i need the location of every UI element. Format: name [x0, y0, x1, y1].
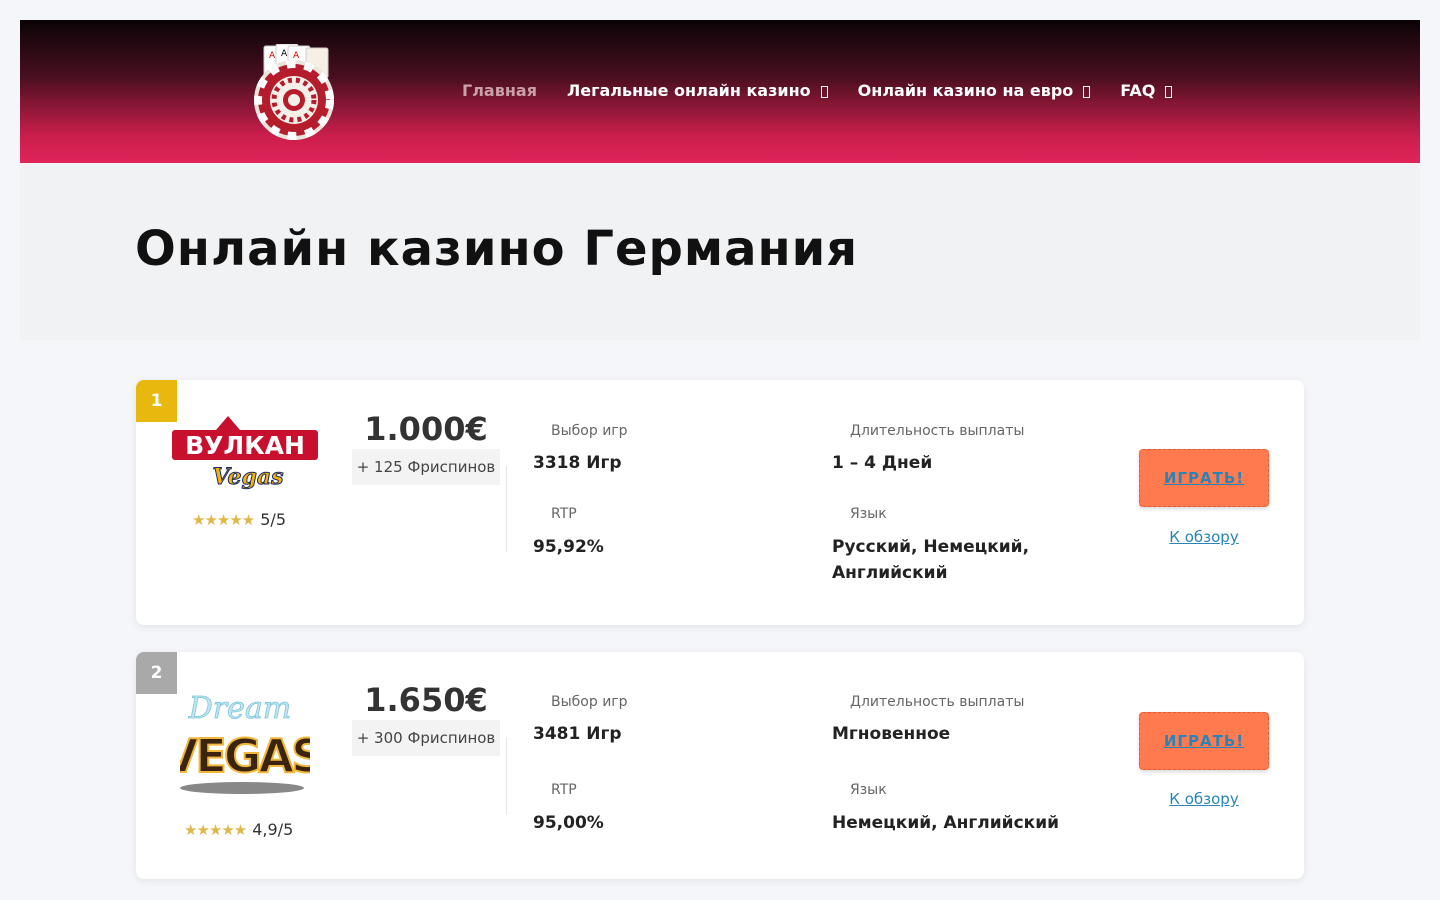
review-link[interactable]: К обзору — [1139, 528, 1269, 546]
rank-badge: 2 — [136, 652, 177, 694]
rtp-label: RTP — [551, 782, 577, 798]
rtp-label: RTP — [551, 506, 577, 522]
bonus-free-spins: + 300 Фриспинов — [352, 720, 500, 756]
language-value: Немецкий, Английский — [832, 813, 1060, 833]
bonus-amount: 1.650€ — [364, 681, 488, 719]
nav-item-legal-casinos[interactable]: Легальные онлайн казино — [567, 81, 828, 100]
site-logo[interactable]: A A A — [254, 43, 338, 140]
site-header: A A A Главная Легальные онлайн казино Он… — [20, 20, 1420, 163]
bonus-free-spins: + 125 Фриспинов — [352, 449, 500, 485]
rating-stars-icon: ★★★★★ — [184, 820, 247, 839]
games-label: Выбор игр — [551, 423, 628, 439]
divider — [506, 737, 507, 815]
rating-value: 4,9/5 — [252, 820, 294, 839]
casino-card: 1 ВУЛКАН Vegas ★★★★★ 5/5 1.000€ + 125 Фр… — [136, 380, 1304, 625]
play-button[interactable]: ИГРАТЬ! — [1139, 712, 1269, 770]
nav-item-home[interactable]: Главная — [462, 81, 537, 100]
casino-card: 2 Dream VEGAS ★★★★★ 4,9/5 1.650€ + 300 Ф… — [136, 652, 1304, 879]
language-value: Русский, Немецкий, — [832, 537, 1030, 557]
svg-text:A: A — [269, 51, 276, 61]
rating-stars-icon: ★★★★★ — [192, 510, 255, 529]
language-value-cont: Английский — [832, 563, 948, 583]
page-title: Онлайн казино Германия — [135, 221, 859, 277]
review-link[interactable]: К обзору — [1139, 790, 1269, 808]
payout-label: Длительность выплаты — [850, 694, 1025, 710]
vulkan-vegas-logo-icon: ВУЛКАН Vegas — [172, 416, 318, 491]
divider — [506, 466, 507, 552]
bonus-amount: 1.000€ — [364, 410, 488, 448]
language-label: Язык — [850, 506, 887, 522]
svg-text:ВУЛКАН: ВУЛКАН — [185, 431, 305, 460]
svg-text:Vegas: Vegas — [212, 464, 283, 490]
rtp-value: 95,92% — [533, 537, 604, 557]
svg-text:A: A — [281, 49, 288, 59]
payout-label: Длительность выплаты — [850, 423, 1025, 439]
rtp-value: 95,00% — [533, 813, 604, 833]
page-hero: Онлайн казино Германия — [20, 163, 1420, 340]
main-nav: Главная Легальные онлайн казино Онлайн к… — [462, 81, 1202, 100]
games-value: 3318 Игр — [533, 453, 622, 473]
poker-chip-logo-icon: A A A — [254, 43, 334, 140]
svg-text:Dream: Dream — [188, 691, 291, 726]
dream-vegas-logo[interactable]: Dream VEGAS — [162, 686, 325, 798]
dropdown-caret-icon — [1083, 86, 1091, 98]
rating: ★★★★★ 4,9/5 — [184, 820, 293, 839]
games-label: Выбор игр — [551, 694, 628, 710]
language-label: Язык — [850, 782, 887, 798]
rating-value: 5/5 — [260, 510, 286, 529]
nav-item-label: FAQ — [1120, 81, 1156, 100]
payout-value: 1 – 4 Дней — [832, 453, 933, 473]
nav-item-label: Главная — [462, 81, 537, 100]
nav-item-faq[interactable]: FAQ — [1120, 81, 1173, 100]
nav-item-label: Онлайн казино на евро — [857, 81, 1074, 100]
dream-vegas-logo-icon: Dream VEGAS — [162, 691, 325, 794]
nav-item-euro-casinos[interactable]: Онлайн казино на евро — [858, 81, 1091, 100]
svg-text:A: A — [293, 51, 300, 61]
svg-text:VEGAS: VEGAS — [180, 729, 310, 783]
rating: ★★★★★ 5/5 — [192, 510, 286, 529]
payout-value: Мгновенное — [832, 724, 951, 744]
nav-item-label: Легальные онлайн казино — [566, 81, 811, 100]
vulkan-vegas-logo[interactable]: ВУЛКАН Vegas — [168, 410, 322, 491]
dropdown-caret-icon — [1165, 86, 1173, 98]
play-button[interactable]: ИГРАТЬ! — [1139, 449, 1269, 507]
games-value: 3481 Игр — [533, 724, 622, 744]
dropdown-caret-icon — [820, 86, 828, 98]
